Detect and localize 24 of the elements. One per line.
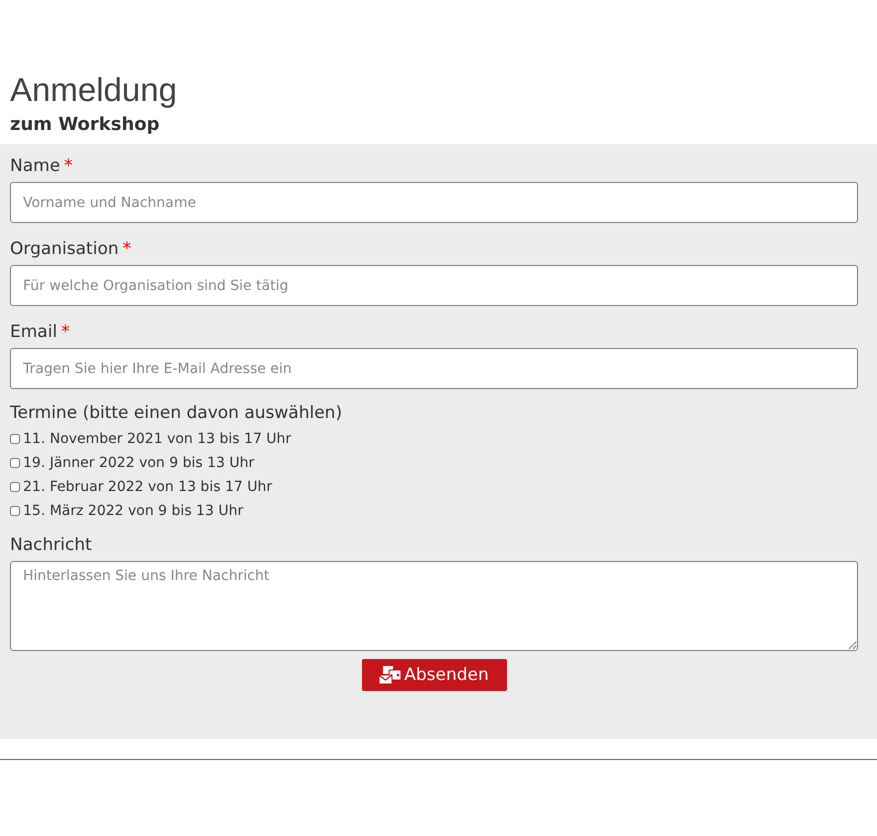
option-label: 19. Jänner 2022 von 9 bis 13 Uhr [23, 455, 254, 471]
input-field[interactable]: Vorname und Nachname [10, 182, 858, 223]
input-field[interactable]: Tragen Sie hier Ihre E-Mail Adresse ein [10, 348, 858, 389]
required-mark: * [64, 155, 73, 178]
required-mark: * [122, 238, 132, 261]
form-subtitle: zum Workshop [10, 113, 161, 137]
field-label: Name [10, 155, 60, 178]
input-field[interactable]: Für welche Organisation sind Sie tätig [10, 265, 858, 306]
field-label: Nachricht [10, 534, 92, 557]
option-label: 11. November 2021 von 13 bis 17 Uhr [23, 431, 292, 447]
checkbox[interactable] [10, 482, 20, 492]
submit-button[interactable]: Absenden [362, 659, 506, 691]
required-mark: * [61, 321, 70, 344]
envelope-icon [379, 666, 402, 684]
field-label: Organisation [10, 238, 119, 261]
checkbox[interactable] [10, 458, 20, 468]
option-label: 21. Februar 2022 von 13 bis 17 Uhr [23, 479, 272, 495]
field-label: Email [10, 321, 58, 344]
option-label: 15. März 2022 von 9 bis 13 Uhr [23, 503, 244, 519]
checkbox[interactable] [10, 434, 20, 444]
field-label: Termine (bitte einen davon auswählen) [10, 402, 342, 425]
form-title: Anmeldung [10, 70, 178, 110]
message-field[interactable]: Hinterlassen Sie uns Ihre Nachricht [10, 561, 858, 651]
checkbox[interactable] [10, 506, 20, 516]
